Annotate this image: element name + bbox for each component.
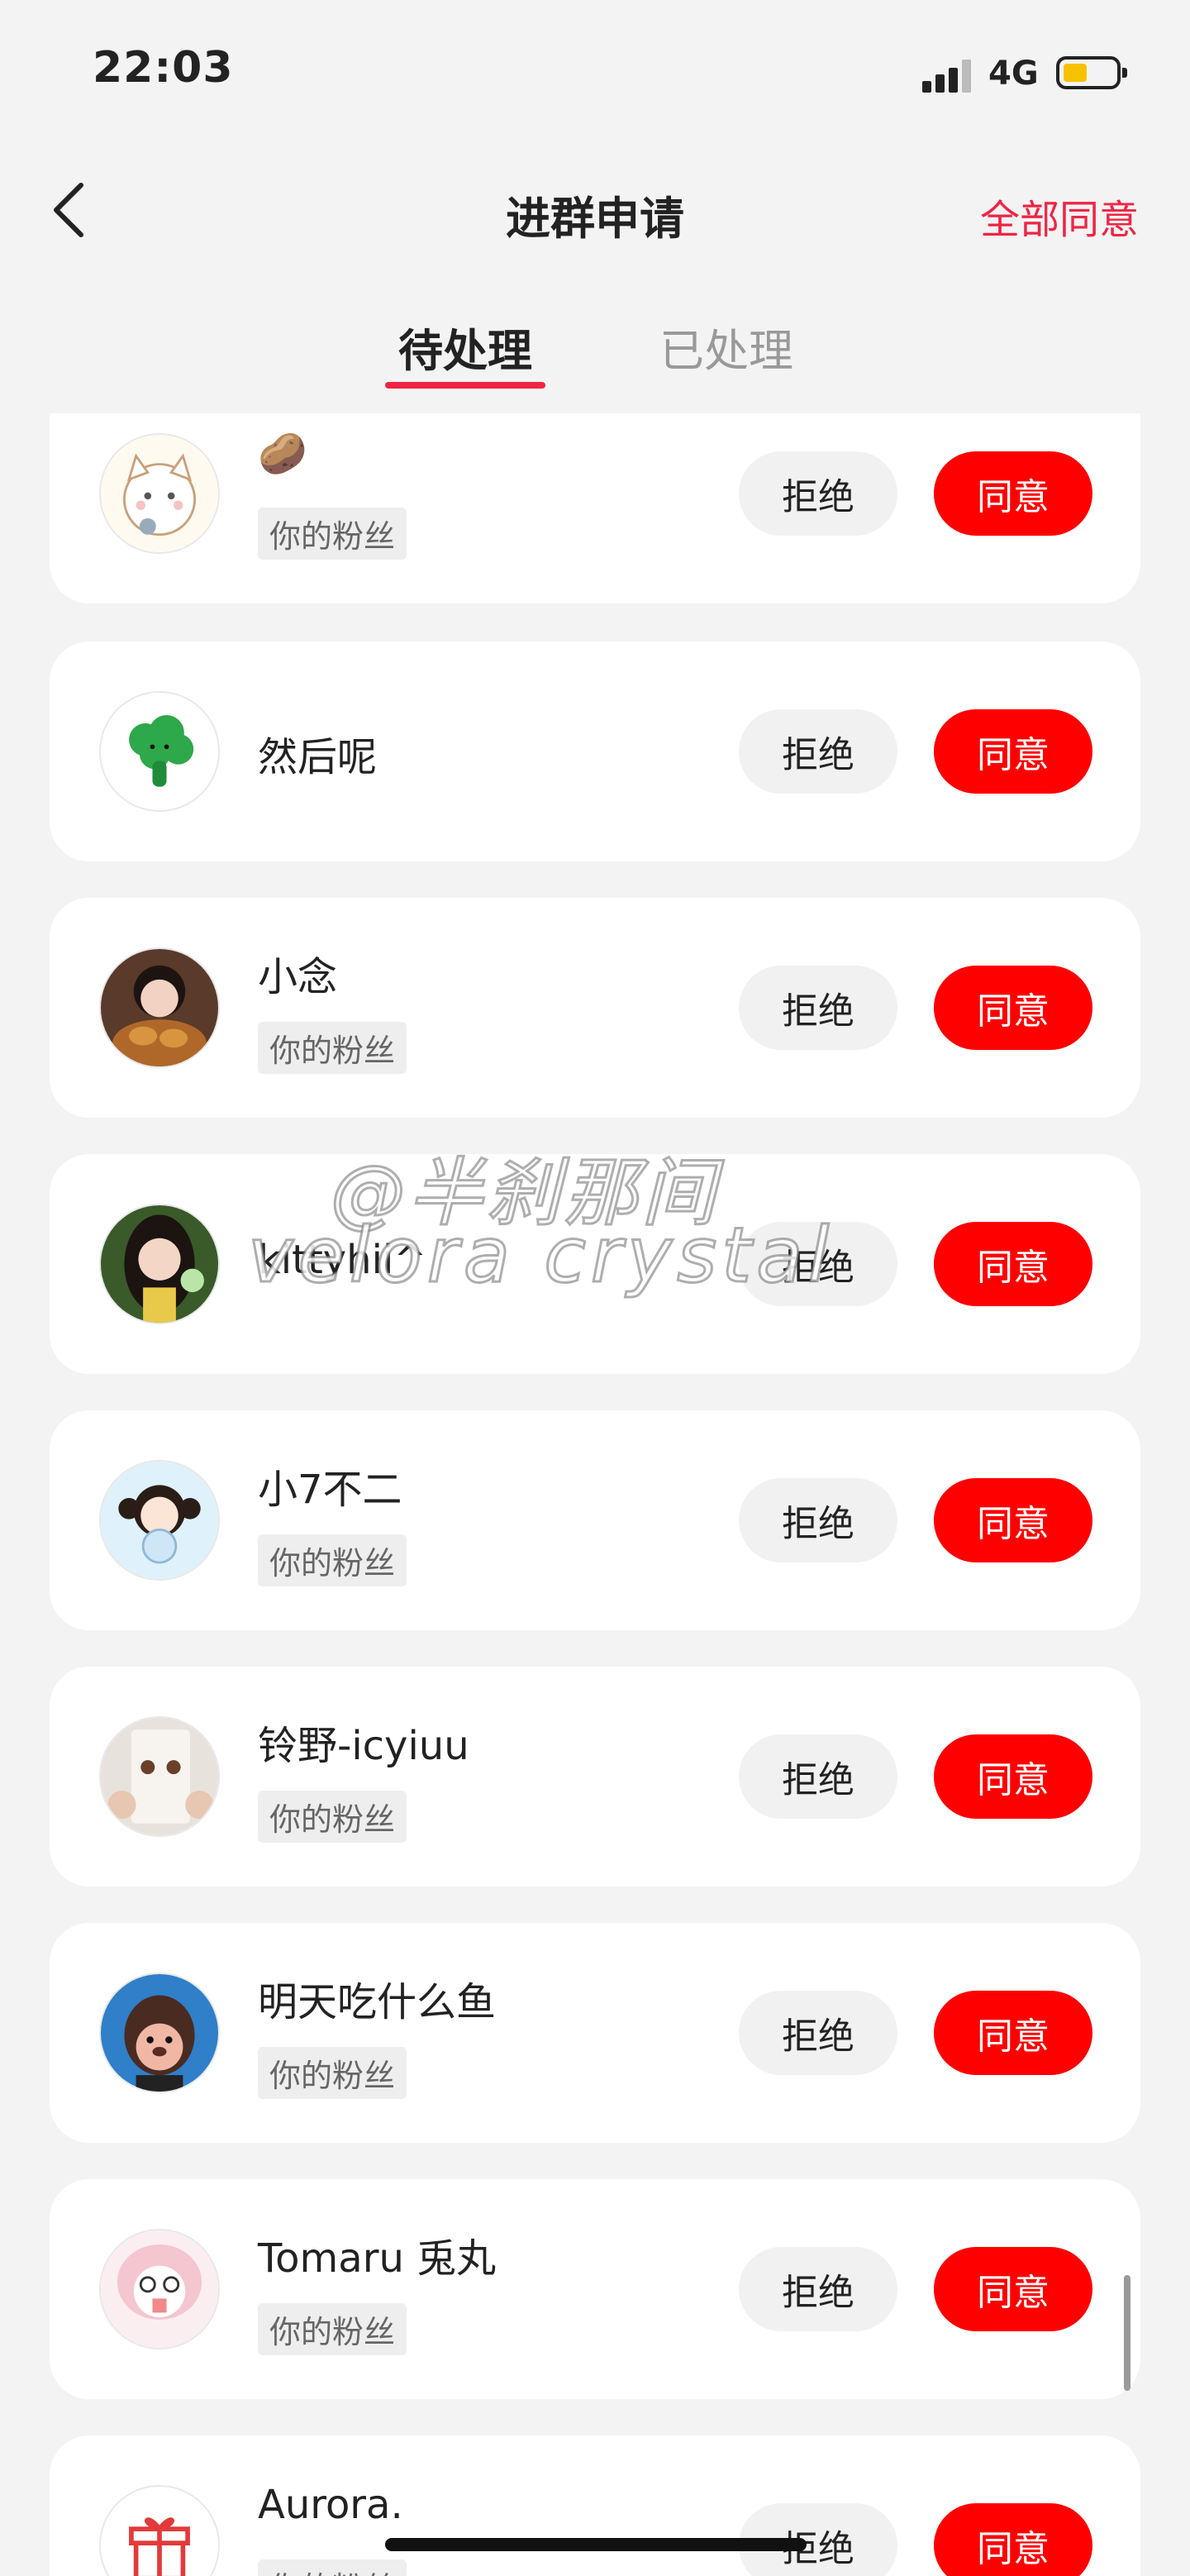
home-indicator[interactable] [385,2538,807,2551]
list-item: 小7不二 你的粉丝 拒绝 同意 [50,1410,1140,1630]
avatar[interactable] [99,1204,220,1324]
accept-button[interactable]: 同意 [934,1991,1092,2075]
reject-button[interactable]: 拒绝 [739,451,897,536]
accept-button[interactable]: 同意 [934,1478,1092,1562]
request-list[interactable]: 🥔 你的粉丝 拒绝 同意 然后呢 拒绝 同意 小念 你的粉丝 拒绝 同意 kit… [0,413,1190,2576]
reject-button[interactable]: 拒绝 [739,1478,897,1562]
avatar[interactable] [99,433,220,554]
network-type: 4G [988,55,1039,93]
accept-button[interactable]: 同意 [934,1222,1092,1306]
reject-button[interactable]: 拒绝 [739,1991,897,2075]
fan-tag: 你的粉丝 [258,2047,407,2099]
fan-tag: 你的粉丝 [258,1022,407,1074]
avatar[interactable] [99,2485,220,2576]
fan-tag: 你的粉丝 [258,1791,407,1843]
requester-name: 小7不二 [258,1467,402,1513]
status-time: 22:03 [93,43,234,93]
reject-button[interactable]: 拒绝 [739,1222,897,1306]
requester-name: kittyhii^ [258,1237,427,1283]
tab-pending[interactable]: 待处理 [398,314,532,379]
accept-button[interactable]: 同意 [934,966,1092,1050]
tab-processed[interactable]: 已处理 [659,314,793,379]
list-item: kittyhii^ 拒绝 同意 [50,1154,1140,1374]
fan-tag: 你的粉丝 [258,2303,407,2355]
list-item: 明天吃什么鱼 你的粉丝 拒绝 同意 [50,1923,1140,2143]
reject-button[interactable]: 拒绝 [739,709,897,794]
tab-bar: 待处理 已处理 [0,306,1190,397]
requester-name: Tomaru 兎丸 [258,2235,497,2282]
avatar[interactable] [99,947,220,1068]
list-item: Aurora. 你的粉丝 拒绝 同意 [50,2435,1140,2576]
signal-icon [922,58,972,93]
requester-name: 🥔 [258,431,307,477]
avatar[interactable] [99,1460,220,1581]
reject-button[interactable]: 拒绝 [739,966,897,1050]
scrollbar[interactable] [1124,2275,1130,2391]
requester-name: 然后呢 [258,734,378,780]
avatar[interactable] [99,2229,220,2349]
avatar[interactable] [99,691,220,812]
approve-all-button[interactable]: 全部同意 [980,187,1139,245]
list-item: 🥔 你的粉丝 拒绝 同意 [50,413,1140,603]
fan-tag: 你的粉丝 [258,2559,407,2576]
requester-name: 铃野-icyiuu [258,1723,469,1769]
accept-button[interactable]: 同意 [934,2247,1092,2331]
fan-tag: 你的粉丝 [258,1534,407,1586]
requester-name: 小念 [258,954,338,1000]
active-tab-indicator [385,382,545,389]
status-bar: 22:03 4G [0,0,1190,141]
list-item: 然后呢 拒绝 同意 [50,642,1140,861]
accept-button[interactable]: 同意 [934,451,1092,536]
requester-name: Aurora. [258,2482,403,2528]
list-item: Tomaru 兎丸 你的粉丝 拒绝 同意 [50,2179,1140,2399]
battery-icon [1056,56,1127,89]
list-item: 铃野-icyiuu 你的粉丝 拒绝 同意 [50,1667,1140,1887]
avatar[interactable] [99,1716,220,1837]
reject-button[interactable]: 拒绝 [739,2247,897,2331]
avatar[interactable] [99,1973,220,2093]
nav-bar: 进群申请 全部同意 [0,157,1190,265]
accept-button[interactable]: 同意 [934,709,1092,794]
requester-name: 明天吃什么鱼 [258,1979,497,2025]
accept-button[interactable]: 同意 [934,1734,1092,1819]
list-item: 小念 你的粉丝 拒绝 同意 [50,898,1140,1118]
fan-tag: 你的粉丝 [258,508,407,560]
reject-button[interactable]: 拒绝 [739,1734,897,1819]
accept-button[interactable]: 同意 [934,2503,1092,2576]
